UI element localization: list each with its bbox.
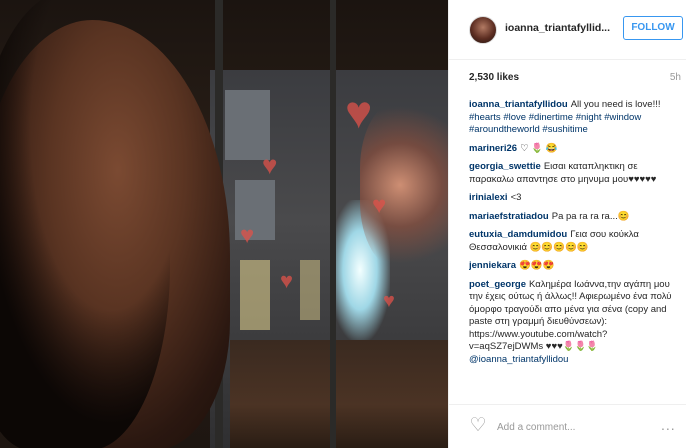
hashtag-link[interactable]: #aroundtheworld [469, 124, 540, 135]
instagram-post: ♥ ♥ ♥ ♥ ♥ ♥ ioanna_triantafyllid... FOLL… [0, 0, 686, 448]
comment-list: ioanna_triantafyllidou All you need is lo… [469, 99, 675, 399]
like-heart-icon[interactable]: ♡ [467, 415, 489, 437]
window-frame [330, 0, 336, 448]
comment-item: marineri26 ♡ 🌷 😂 [469, 143, 675, 156]
comment-username[interactable]: eutuxia_damdumidou [469, 229, 567, 240]
follow-button[interactable]: FOLLOW [623, 16, 683, 40]
add-comment-bar: ♡ ... [449, 404, 686, 448]
comment-text: Pa pa ra ra ra...😊 [551, 210, 630, 222]
comment-item: eutuxia_damdumidou Γεια σου κούκλα Θεσσαλ… [469, 229, 675, 254]
comment-input[interactable] [497, 417, 647, 437]
comment-item: ioanna_triantafyllidou All you need is lo… [469, 99, 675, 137]
author-username[interactable]: ioanna_triantafyllid... [505, 22, 610, 34]
comment-username[interactable]: jenniekara [469, 260, 516, 271]
hashtag-link[interactable]: #love [503, 112, 526, 123]
post-header: ioanna_triantafyllid... FOLLOW [449, 0, 686, 60]
comment-text: <3 [510, 192, 522, 203]
heart-decal-icon: ♥ [240, 222, 255, 249]
blossom-tree [360, 100, 448, 270]
post-stats: 2,530 likes 5h [469, 72, 685, 88]
comment-item: jenniekara 😍😍😍 [469, 260, 675, 273]
lit-window [240, 260, 270, 330]
hashtag-link[interactable]: #dinertime [529, 112, 573, 123]
post-photo[interactable]: ♥ ♥ ♥ ♥ ♥ ♥ [0, 0, 448, 448]
person-hair [0, 0, 170, 448]
more-options-icon[interactable]: ... [661, 417, 676, 433]
comment-username[interactable]: georgia_swettie [469, 161, 541, 172]
hashtag-link[interactable]: @ioanna_triantafyllidou [469, 354, 568, 365]
street [230, 340, 448, 448]
comment-text: All you need is love!!! [570, 99, 661, 110]
comment-username[interactable]: irinialexi [469, 192, 508, 203]
comment-username[interactable]: ioanna_triantafyllidou [469, 99, 568, 110]
hashtag-link[interactable]: #window [604, 112, 641, 123]
post-sidebar: ioanna_triantafyllid... FOLLOW 2,530 lik… [448, 0, 686, 448]
hashtag-link[interactable]: #sushitime [542, 124, 587, 135]
comment-text: ♡ 🌷 😂 [520, 142, 558, 154]
heart-decal-icon: ♥ [372, 192, 387, 219]
likes-count[interactable]: 2,530 likes [469, 72, 519, 83]
heart-decal-icon: ♥ [383, 290, 395, 312]
comment-text: 😍😍😍 [519, 260, 555, 271]
comment-username[interactable]: mariaefstratiadou [469, 211, 549, 222]
comment-item: poet_george Καλημέρα Ιωάννα,την αγάπη μου… [469, 279, 675, 367]
hashtag-link[interactable]: #night [576, 112, 602, 123]
heart-decal-icon: ♥ [280, 268, 294, 293]
heart-decal-icon: ♥ [262, 150, 278, 180]
comment-item: mariaefstratiadou Pa pa ra ra ra...😊 [469, 211, 675, 224]
comment-username[interactable]: marineri26 [469, 143, 517, 154]
avatar[interactable] [469, 16, 497, 44]
comment-item: irinialexi <3 [469, 192, 675, 205]
comment-item: georgia_swettie Εισαι καταπληκτικη σε παρ… [469, 161, 675, 186]
comment-username[interactable]: poet_george [469, 279, 526, 290]
lit-window [300, 260, 320, 320]
hashtag-link[interactable]: #hearts [469, 112, 501, 123]
heart-decal-icon: ♥ [345, 86, 373, 138]
post-time[interactable]: 5h [670, 72, 681, 83]
